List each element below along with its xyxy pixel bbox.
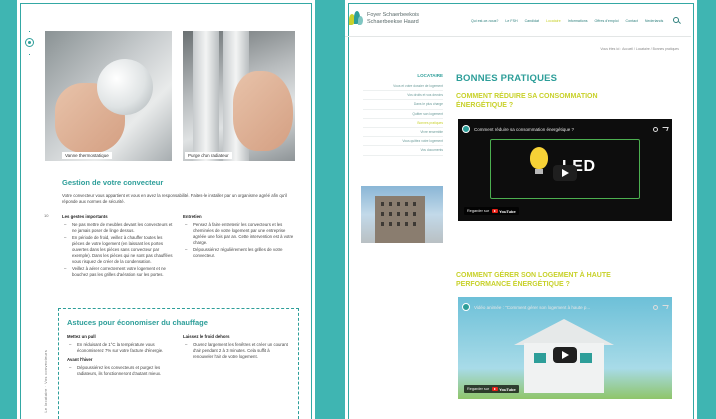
youtube-icon [492,209,499,213]
page-number: 10 [44,213,49,218]
video-top-bar: Comment réduire sa consommation énergéti… [462,124,669,134]
list-item: Ouvrez largement les fenêtres et créer u… [183,342,289,360]
youtube-brand: YouTube [499,386,516,392]
watch-on-label: Regarder sur [467,387,490,391]
video-player[interactable]: LED Comment réduire sa consommation éner… [458,119,672,221]
logo-icon[interactable] [349,11,363,27]
site-header: Foyer Schaerbeekois Schaerbeekse Haard Q… [345,0,691,36]
sidebar-item[interactable]: Vous quittez votre logement [363,137,443,147]
list-item: En réduisant de 1°C la température vous … [67,342,173,354]
video-title[interactable]: Comment réduire sa consommation énergéti… [474,127,649,132]
radiator-pipe [193,31,219,161]
list-item: Veillez à aérer correctement votre logem… [62,266,174,278]
sidebar-item[interactable]: Vivre ensemble [363,128,443,138]
list-item: Dépoussiérez les convecteurs et purgez l… [67,365,173,377]
list-item: En période de froid, veillez à chauffer … [62,235,174,265]
youtube-logo: YouTube [492,387,516,392]
search-icon[interactable] [673,17,679,23]
column-title: Entretien [183,214,202,219]
play-button[interactable] [553,165,577,181]
tip-heading: Mettez un pull [67,334,96,339]
radiator-bleed-photo [183,31,295,161]
valve-knob [97,59,153,115]
section-title: Gestion de votre convecteur [62,178,164,187]
share-icon[interactable] [661,127,669,131]
hand-shape [233,71,293,151]
channel-avatar[interactable] [462,303,470,311]
maintenance-column: Entretien Pensez à faire entretenir les … [183,214,295,260]
sidebar-item[interactable]: Vos droits et vos devoirs [363,91,443,101]
brand-line: Schaerbeekse Haard [367,19,419,25]
sidebar-item[interactable]: Dans le plus charge [363,100,443,110]
important-gestures-column: Les gestes importants Ne pas mettre de m… [62,214,174,279]
dot-decoration [29,54,30,55]
website-page: Foyer Schaerbeekois Schaerbeekse Haard Q… [345,0,697,419]
tips-column-left: Mettez un pull En réduisant de 1°C la te… [67,333,173,380]
tip-heading: Avant l'hiver [67,357,93,362]
sidebar-item-active[interactable]: Bonnes pratiques [363,119,443,129]
vertical-running-title: Le locataire · Vos convecteurs [43,350,48,413]
tips-box: Astuces pour économiser du chauffage Met… [58,308,299,419]
nav-item-contact[interactable]: Contact [626,19,638,23]
target-icon [25,38,34,47]
main-nav: Qui est-ce-nous? Le FSH Candidat Locatai… [471,19,663,23]
nav-item-informations[interactable]: Informations [568,19,588,23]
youtube-logo: YouTube [492,209,516,214]
lightbulb-base [535,169,543,174]
divider [345,36,691,37]
house-window [534,353,546,363]
channel-avatar[interactable] [462,125,470,133]
watch-on-youtube[interactable]: Regarder sur YouTube [464,385,519,393]
watch-on-label: Regarder sur [467,209,490,213]
share-icon[interactable] [661,305,669,309]
tip-heading: Laissez le froid dehors [183,334,230,339]
photo-caption: Vanne thermostatique [62,152,112,159]
list-item: Ne pas mettre de meubles devant les conv… [62,222,174,234]
tips-title: Astuces pour économiser du chauffage [67,318,208,327]
page-title: BONNES PRATIQUES [456,73,558,84]
intro-text: Votre convecteur vous appartient et vous… [62,193,287,204]
sidebar-menu: Vous et votre dossier de logement Vos dr… [363,82,443,156]
sidebar-title: LOCATAIRE [417,73,443,78]
list-item: Pensez à faire entretenir les convecteur… [183,222,295,246]
section-subtitle: COMMENT GÉRER SON LOGEMENT À HAUTE PERFO… [456,272,611,288]
photo-caption: Purge d'un radiateur [185,152,232,159]
sidebar-item[interactable]: Vous et votre dossier de logement [363,82,443,92]
thermostatic-valve-photo [45,31,172,161]
lightbulb-icon [530,147,548,169]
list-item: Dépoussiérez régulièrement les grilles d… [183,247,295,259]
video-player[interactable]: Vidéo animée : "Comment gérer son logeme… [458,297,672,399]
house-window [580,353,592,363]
section-subtitle: COMMENT RÉDUIRE SA CONSOMMATION ÉNERGÉTI… [456,93,598,109]
nav-item-nederlands[interactable]: Nederlands [645,19,663,23]
youtube-brand: YouTube [499,208,516,214]
sidebar-item[interactable]: Vos documents [363,146,443,156]
column-title: Les gestes importants [62,214,108,219]
youtube-icon [492,387,499,391]
brand-line: Foyer Schaerbeekois [367,12,419,18]
nav-item-qui[interactable]: Qui est-ce-nous? [471,19,498,23]
brochure-page: Vanne thermostatique Purge d'un radiateu… [17,0,315,419]
video-top-bar: Vidéo animée : "Comment gérer son logeme… [462,302,669,312]
nav-item-locataire[interactable]: Locataire [546,19,561,23]
watch-later-icon[interactable] [653,304,658,310]
brand-name[interactable]: Foyer Schaerbeekois Schaerbeekse Haard [367,12,419,26]
building-photo [361,186,443,243]
sidebar-item[interactable]: Quitter son logement [363,110,443,119]
nav-item-emploi[interactable]: Offres d'emploi [595,19,619,23]
watch-later-icon[interactable] [653,126,658,132]
play-button[interactable] [553,347,577,363]
tips-column-right: Laissez le froid dehors Ouvrez largement… [183,333,289,363]
house-roof [514,319,614,345]
nav-item-fsh[interactable]: Le FSH [505,19,517,23]
dot-decoration [29,31,30,32]
nav-item-candidat[interactable]: Candidat [525,19,539,23]
breadcrumb[interactable]: Vous êtes ici : Accueil / Locataire / Bo… [545,47,679,51]
watch-on-youtube[interactable]: Regarder sur YouTube [464,207,519,215]
video-title[interactable]: Vidéo animée : "Comment gérer son logeme… [474,305,649,310]
